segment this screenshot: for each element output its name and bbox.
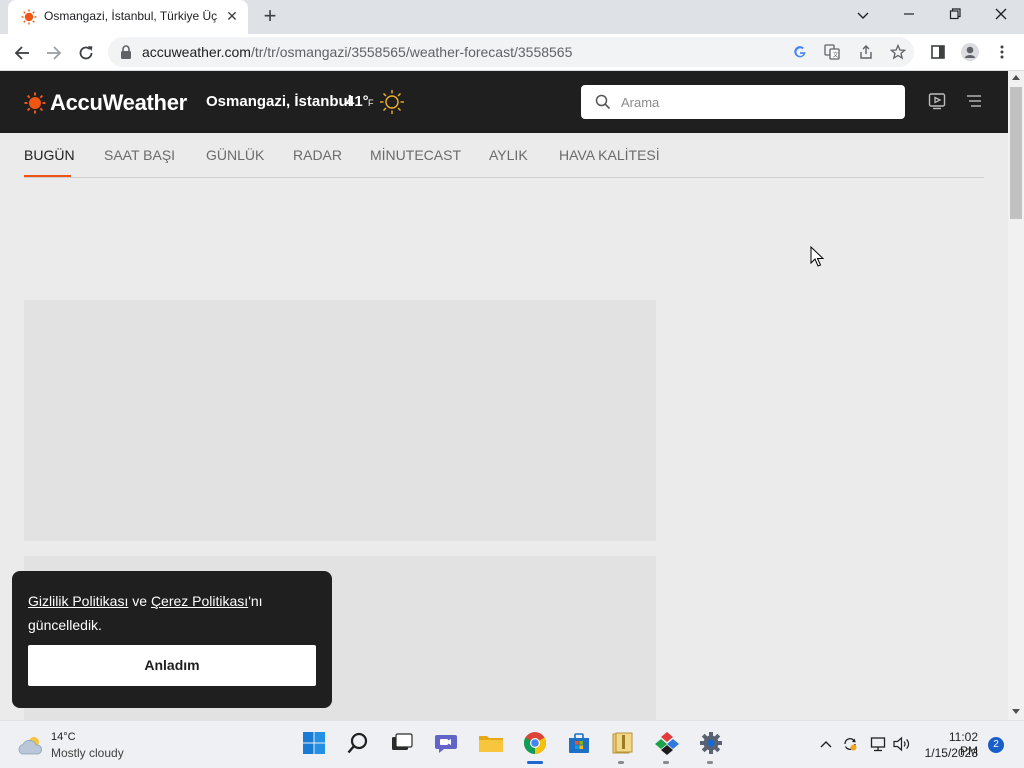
subnav-radar[interactable]: RADAR [293, 147, 342, 163]
cookie-accept-button[interactable]: Anladım [28, 645, 316, 686]
scroll-up-arrow-icon[interactable] [1012, 75, 1020, 80]
subnav-daily[interactable]: GÜNLÜK [206, 147, 264, 163]
sun-logo-icon [24, 92, 46, 114]
subnav-minutecast[interactable]: MİNUTECAST [370, 147, 461, 163]
windows-start-icon[interactable] [300, 729, 328, 757]
url-host: accuweather.com [142, 44, 251, 60]
back-arrow-icon[interactable] [8, 39, 36, 67]
settings-gear-icon[interactable] [697, 729, 725, 757]
video-icon[interactable] [928, 92, 946, 110]
restore-icon[interactable] [942, 4, 968, 28]
active-tab-indicator [24, 175, 71, 177]
cookie-connector: ve [128, 593, 151, 609]
svg-text:文: 文 [833, 51, 839, 59]
new-tab-button[interactable]: + [258, 5, 282, 29]
archive-app-indicator [618, 761, 624, 764]
translate-icon[interactable]: 文 [822, 42, 842, 62]
lock-icon [121, 45, 131, 59]
cookie-policy-link[interactable]: Çerez Politikası [151, 593, 248, 609]
hamburger-menu-icon[interactable] [966, 94, 982, 108]
address-bar[interactable]: accuweather.com/tr/tr/osmangazi/3558565/… [108, 37, 914, 67]
current-temperature: 41° [346, 93, 369, 110]
archive-app-icon[interactable] [608, 729, 636, 757]
bookmark-star-icon[interactable] [888, 42, 908, 62]
scrollbar-thumb[interactable] [1010, 87, 1022, 219]
reload-icon[interactable] [72, 39, 100, 67]
logo-text: AccuWeather [50, 90, 187, 115]
subnav-today[interactable]: BUGÜN [24, 147, 75, 163]
accuweather-logo[interactable]: AccuWeather [24, 90, 187, 116]
clock-date[interactable]: 1/15/2023 [920, 746, 978, 760]
browser-tab[interactable]: Osmangazi, İstanbul, Türkiye Üç ✕ [8, 0, 248, 34]
share-icon[interactable] [856, 42, 876, 62]
minimize-icon[interactable] [896, 4, 922, 28]
more-menu-icon[interactable] [990, 40, 1014, 64]
sync-icon[interactable] [841, 735, 859, 753]
cookie-banner: Gizlilik Politikası ve Çerez Politikası'… [12, 571, 332, 708]
taskbar-weather-desc: Mostly cloudy [51, 746, 124, 760]
privacy-policy-link[interactable]: Gizlilik Politikası [28, 593, 128, 609]
forward-arrow-icon[interactable] [40, 39, 68, 67]
accuweather-favicon-icon [21, 9, 37, 25]
sunny-weather-icon [380, 90, 404, 114]
taskbar-weather-temp: 14°C [51, 731, 76, 743]
content-placeholder [24, 300, 656, 541]
tab-close-icon[interactable]: ✕ [224, 8, 240, 24]
microsoft-store-icon[interactable] [565, 729, 593, 757]
subnav-monthly[interactable]: AYLIK [489, 147, 528, 163]
colorful-app-indicator [663, 761, 669, 764]
url-path: /tr/tr/osmangazi/3558565/weather-forecas… [250, 44, 573, 60]
search-input[interactable] [621, 85, 891, 119]
tab-search-icon[interactable] [850, 4, 876, 28]
page-scrollbar[interactable] [1008, 71, 1024, 720]
subnav-hourly[interactable]: SAAT BAŞI [104, 147, 175, 163]
site-header: AccuWeather Osmangazi, İstanbul 41° F [0, 71, 1008, 133]
mouse-cursor-icon [810, 246, 824, 267]
settings-indicator [707, 761, 713, 764]
windows-taskbar: 14°C Mostly cloudy 11:02 PM 1/15/2023 2 [0, 720, 1024, 768]
forecast-subnav: BUGÜN SAAT BAŞI GÜNLÜK RADAR MİNUTECAST … [24, 133, 984, 178]
google-icon[interactable] [790, 42, 810, 62]
tab-title: Osmangazi, İstanbul, Türkiye Üç [44, 9, 218, 23]
side-panel-icon[interactable] [926, 40, 950, 64]
notification-badge[interactable]: 2 [988, 737, 1004, 753]
teams-chat-icon[interactable] [432, 729, 460, 757]
subnav-air-quality[interactable]: HAVA KALİTESİ [559, 147, 660, 163]
temperature-unit: F [368, 98, 374, 108]
cloudy-weather-icon [18, 737, 43, 755]
colorful-app-icon[interactable] [653, 729, 681, 757]
cookie-message: Gizlilik Politikası ve Çerez Politikası'… [28, 589, 318, 637]
search-box[interactable] [581, 85, 905, 119]
close-window-icon[interactable] [988, 4, 1014, 28]
chrome-active-indicator [527, 761, 543, 764]
current-location[interactable]: Osmangazi, İstanbul [206, 93, 352, 110]
browser-tab-bar: Osmangazi, İstanbul, Türkiye Üç ✕ + [0, 0, 1024, 34]
browser-toolbar: accuweather.com/tr/tr/osmangazi/3558565/… [0, 34, 1024, 71]
show-hidden-icons-chevron-icon[interactable] [817, 735, 835, 753]
weather-widget[interactable]: 14°C Mostly cloudy [16, 727, 146, 763]
task-view-icon[interactable] [388, 729, 416, 757]
url-text: accuweather.com/tr/tr/osmangazi/3558565/… [142, 44, 572, 60]
volume-icon[interactable] [893, 735, 911, 753]
chrome-icon[interactable] [521, 729, 549, 757]
network-icon[interactable] [869, 735, 887, 753]
file-explorer-icon[interactable] [477, 729, 505, 757]
taskbar-search-icon[interactable] [344, 729, 372, 757]
scroll-down-arrow-icon[interactable] [1012, 709, 1020, 714]
profile-avatar-icon[interactable] [958, 40, 982, 64]
search-icon [595, 94, 611, 110]
